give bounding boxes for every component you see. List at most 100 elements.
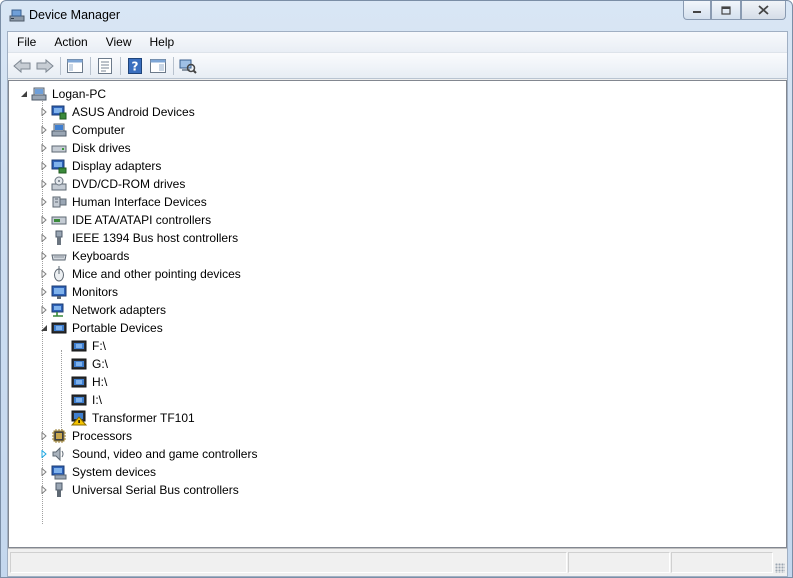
expand-arrow-icon[interactable] bbox=[39, 126, 48, 135]
tree-category-node[interactable]: Keyboards bbox=[39, 247, 129, 265]
tree-category-label: ASUS Android Devices bbox=[72, 105, 195, 119]
status-pane-3 bbox=[671, 552, 773, 573]
tree-category-node[interactable]: ASUS Android Devices bbox=[39, 103, 195, 121]
menu-view[interactable]: View bbox=[97, 35, 141, 49]
expand-arrow-icon[interactable] bbox=[39, 270, 48, 279]
tree-category-node[interactable]: Computer bbox=[39, 121, 125, 139]
computer-icon bbox=[51, 123, 67, 137]
collapse-arrow-icon[interactable] bbox=[19, 90, 28, 99]
help-button[interactable]: ? bbox=[125, 56, 145, 76]
toolbar-separator bbox=[120, 56, 121, 75]
expand-arrow-icon[interactable] bbox=[39, 468, 48, 477]
back-button[interactable] bbox=[12, 56, 32, 76]
tree-category-label: Network adapters bbox=[72, 303, 167, 317]
tree-category-node[interactable]: Mice and other pointing devices bbox=[39, 265, 241, 283]
expand-arrow-icon[interactable] bbox=[39, 486, 48, 495]
tree-device-node[interactable]: Transformer TF101 bbox=[71, 409, 195, 427]
menu-bar: File Action View Help bbox=[8, 32, 787, 53]
properties-icon bbox=[98, 57, 112, 74]
keyboard-icon bbox=[51, 254, 67, 261]
tree-category-node[interactable]: DVD/CD-ROM drives bbox=[39, 175, 185, 193]
close-button[interactable] bbox=[741, 1, 786, 20]
toolbar-separator bbox=[173, 56, 174, 75]
menu-action[interactable]: Action bbox=[45, 35, 96, 49]
tree-category-node[interactable]: Display adapters bbox=[39, 157, 161, 175]
tree-category-label: IEEE 1394 Bus host controllers bbox=[72, 231, 239, 245]
show-hide-console-tree-button[interactable] bbox=[65, 56, 85, 76]
tree-category-node[interactable]: Network adapters bbox=[39, 301, 166, 319]
tree-category-label: Sound, video and game controllers bbox=[72, 447, 258, 461]
disk-drive-icon bbox=[51, 145, 67, 153]
tree-category-node[interactable]: Sound, video and game controllers bbox=[39, 445, 257, 463]
resize-grip[interactable] bbox=[775, 563, 785, 573]
tree-device-node[interactable]: F:\ bbox=[71, 337, 106, 355]
tree-category-label: Display adapters bbox=[72, 159, 162, 173]
window-title: Device Manager bbox=[29, 8, 121, 22]
menu-file[interactable]: File bbox=[8, 35, 45, 49]
portable-device-icon bbox=[51, 322, 67, 334]
status-pane-main bbox=[10, 552, 567, 573]
tree-device-node[interactable]: G:\ bbox=[71, 355, 108, 373]
window-frame: Device Manager File Action View Help ? L… bbox=[0, 0, 793, 578]
collapse-arrow-icon[interactable] bbox=[39, 324, 48, 333]
tree-category-node[interactable]: Portable Devices bbox=[39, 319, 163, 337]
expand-arrow-icon[interactable] bbox=[39, 216, 48, 225]
tree-category-label: Mice and other pointing devices bbox=[72, 267, 241, 281]
menu-help[interactable]: Help bbox=[141, 35, 184, 49]
tree-device-label: G:\ bbox=[92, 357, 109, 371]
expand-arrow-icon[interactable] bbox=[39, 288, 48, 297]
speaker-icon bbox=[52, 446, 64, 462]
tree-device-node[interactable]: H:\ bbox=[71, 373, 107, 391]
tree-category-node[interactable]: Processors bbox=[39, 427, 132, 445]
expand-arrow-icon[interactable] bbox=[39, 432, 48, 441]
tree-device-label: Transformer TF101 bbox=[92, 411, 195, 425]
status-pane-2 bbox=[568, 552, 670, 573]
action-pane-button[interactable] bbox=[148, 56, 168, 76]
expand-arrow-icon[interactable] bbox=[39, 252, 48, 261]
expand-arrow-icon[interactable] bbox=[39, 108, 48, 117]
tree-category-label: Disk drives bbox=[72, 141, 131, 155]
tree-category-node[interactable]: Human Interface Devices bbox=[39, 193, 207, 211]
tree-device-label: I:\ bbox=[92, 393, 103, 407]
tree-connector bbox=[61, 350, 62, 436]
tree-category-node[interactable]: IDE ATA/ATAPI controllers bbox=[39, 211, 211, 229]
display-adapter-icon bbox=[51, 159, 67, 174]
scan-hardware-button[interactable] bbox=[178, 56, 198, 76]
tree-root-node[interactable]: Logan-PC bbox=[19, 85, 106, 103]
minimize-button[interactable] bbox=[683, 1, 711, 20]
expand-arrow-icon[interactable] bbox=[39, 144, 48, 153]
tree-device-node[interactable]: I:\ bbox=[71, 391, 102, 409]
tree-category-node[interactable]: Monitors bbox=[39, 283, 118, 301]
maximize-button[interactable] bbox=[711, 1, 741, 20]
tree-category-label: Monitors bbox=[72, 285, 119, 299]
android-device-icon bbox=[51, 105, 67, 120]
tree-device-label: H:\ bbox=[92, 375, 108, 389]
usb-icon bbox=[55, 482, 63, 497]
tree-category-node[interactable]: IEEE 1394 Bus host controllers bbox=[39, 229, 238, 247]
forward-button[interactable] bbox=[35, 56, 55, 76]
expand-arrow-icon[interactable] bbox=[39, 306, 48, 315]
monitor-icon bbox=[51, 285, 67, 299]
expand-arrow-icon[interactable] bbox=[39, 450, 48, 459]
device-tree[interactable]: Logan-PC ASUS Android Devices Computer Dis… bbox=[8, 80, 787, 548]
tree-category-node[interactable]: Disk drives bbox=[39, 139, 131, 157]
title-bar[interactable]: Device Manager bbox=[1, 1, 792, 31]
tree-device-label: F:\ bbox=[92, 339, 106, 353]
hid-icon bbox=[52, 196, 67, 208]
tree-category-label: Processors bbox=[72, 429, 133, 443]
tree-category-label: Computer bbox=[72, 123, 125, 137]
restore-icon bbox=[721, 5, 731, 15]
expand-arrow-icon[interactable] bbox=[39, 180, 48, 189]
tree-category-node[interactable]: Universal Serial Bus controllers bbox=[39, 481, 239, 499]
system-device-icon bbox=[51, 465, 67, 480]
expand-arrow-icon[interactable] bbox=[39, 198, 48, 207]
toolbar-separator bbox=[90, 56, 91, 75]
mouse-icon bbox=[54, 266, 64, 282]
tree-category-label: Human Interface Devices bbox=[72, 195, 207, 209]
properties-button[interactable] bbox=[95, 56, 115, 76]
expand-arrow-icon[interactable] bbox=[39, 162, 48, 171]
expand-arrow-icon[interactable] bbox=[39, 234, 48, 243]
toolbar-separator bbox=[60, 56, 61, 75]
dvd-drive-icon bbox=[51, 176, 67, 191]
tree-category-node[interactable]: System devices bbox=[39, 463, 156, 481]
